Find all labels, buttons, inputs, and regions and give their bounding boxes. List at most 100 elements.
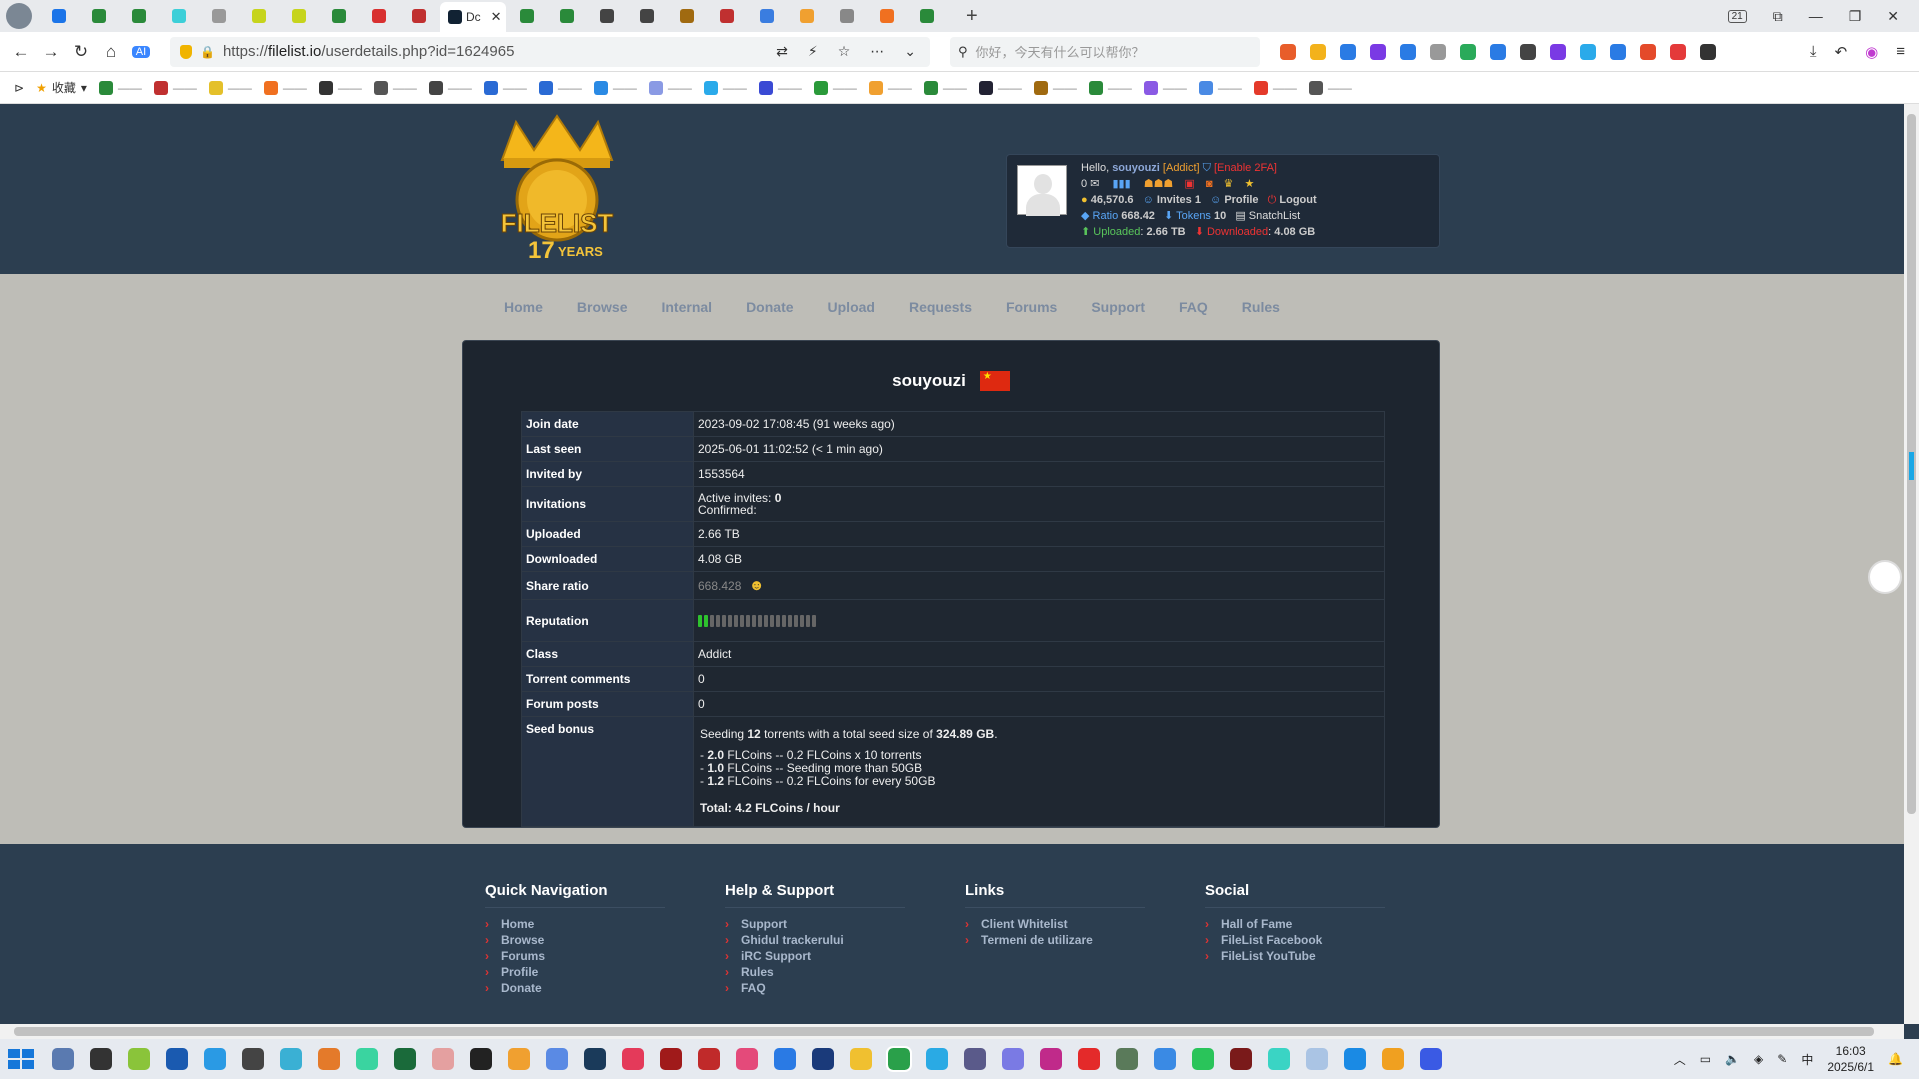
collections-icon[interactable]: ⧉ [1773, 8, 1783, 25]
footer-link-donate[interactable]: Donate [485, 980, 665, 996]
app-icon[interactable] [622, 1048, 644, 1070]
app-icon[interactable] [546, 1048, 568, 1070]
bookmark-item[interactable]: —— [868, 80, 912, 95]
tab[interactable] [668, 4, 706, 28]
tab-count-badge[interactable]: 21 [1727, 9, 1747, 23]
bookmark-item[interactable]: —— [1253, 80, 1297, 95]
bookmark-item[interactable]: —— [978, 80, 1022, 95]
username-link[interactable]: souyouzi [1112, 162, 1160, 174]
app-icon[interactable] [850, 1048, 872, 1070]
nav-browse[interactable]: Browse [577, 299, 628, 315]
extension-icon[interactable] [1340, 43, 1356, 60]
bookmark-item[interactable]: —— [648, 80, 692, 95]
bookmark-item[interactable]: —— [483, 80, 527, 95]
tab[interactable] [508, 4, 546, 28]
lightning-icon[interactable]: ⚡ [808, 43, 818, 60]
translate-icon[interactable]: ⇄ [776, 43, 788, 60]
extension-icon[interactable] [1550, 43, 1566, 60]
bookmark-item[interactable]: —— [1033, 80, 1077, 95]
tab[interactable] [748, 4, 786, 28]
footer-link-ghidul[interactable]: Ghidul trackerului [725, 932, 905, 948]
extension-icon[interactable] [1490, 43, 1506, 60]
app-icon[interactable] [1344, 1048, 1366, 1070]
bookmark-item[interactable]: —— [1198, 80, 1242, 95]
nav-internal[interactable]: Internal [661, 299, 712, 315]
app-icon[interactable] [698, 1048, 720, 1070]
nav-donate[interactable]: Donate [746, 299, 793, 315]
back-button[interactable]: ← [6, 42, 36, 62]
bookmark-item[interactable]: —— [98, 80, 142, 95]
home-button[interactable]: ⌂ [96, 42, 126, 62]
footer-link-rules[interactable]: Rules [725, 964, 905, 980]
bookmark-item[interactable]: —— [1143, 80, 1187, 95]
box-icon[interactable]: ▣ [1184, 178, 1194, 190]
invites-label[interactable]: Invites [1157, 194, 1192, 206]
tab[interactable] [320, 4, 358, 28]
bookmark-item[interactable]: —— [538, 80, 582, 95]
scrollbar-thumb[interactable] [14, 1027, 1874, 1036]
chevron-down-icon[interactable]: ⌄ [904, 43, 916, 60]
tab[interactable] [868, 4, 906, 28]
app-icon[interactable] [1116, 1048, 1138, 1070]
app-icon[interactable] [1078, 1048, 1100, 1070]
app-icon[interactable] [470, 1048, 492, 1070]
tab[interactable] [548, 4, 586, 28]
close-window-button[interactable]: ✕ [1887, 8, 1899, 25]
profile-link[interactable]: Profile [1224, 194, 1258, 206]
app-icon[interactable] [432, 1048, 454, 1070]
shield-icon[interactable] [180, 44, 192, 59]
app-icon[interactable] [318, 1048, 340, 1070]
notification-icon[interactable]: 🔔 [1888, 1052, 1903, 1066]
volume-icon[interactable]: 🔈 [1725, 1052, 1740, 1066]
forward-button[interactable]: → [36, 42, 66, 62]
extension-icon[interactable] [1280, 43, 1296, 60]
network-icon[interactable]: ◈ [1754, 1052, 1763, 1066]
pen-icon[interactable]: ✎ [1777, 1052, 1787, 1066]
app-icon[interactable] [90, 1048, 112, 1070]
avatar[interactable] [1017, 165, 1067, 216]
footer-link-termeni[interactable]: Termeni de utilizare [965, 932, 1145, 948]
filelist-logo[interactable]: FILELIST 17 YEARS [482, 112, 632, 262]
app-icon[interactable] [812, 1048, 834, 1070]
app-icon[interactable] [1420, 1048, 1442, 1070]
reload-button[interactable]: ↻ [66, 42, 96, 62]
profile-avatar[interactable] [6, 3, 32, 29]
extension-icon[interactable] [1310, 43, 1326, 60]
app-icon[interactable] [1002, 1048, 1024, 1070]
footer-link-client-whitelist[interactable]: Client Whitelist [965, 916, 1145, 932]
tab[interactable] [400, 4, 438, 28]
menu-icon[interactable]: ≡ [1896, 43, 1905, 61]
tab[interactable] [240, 4, 278, 28]
bookmark-item[interactable]: —— [813, 80, 857, 95]
app-icon[interactable] [660, 1048, 682, 1070]
account-icon[interactable]: ◉ [1865, 43, 1878, 61]
footer-link-irc[interactable]: iRC Support [725, 948, 905, 964]
tab[interactable] [200, 4, 238, 28]
app-icon[interactable] [774, 1048, 796, 1070]
tab[interactable] [628, 4, 666, 28]
rss-icon[interactable]: ◙ [1206, 178, 1213, 190]
footer-link-youtube[interactable]: FileList YouTube [1205, 948, 1385, 964]
enable-2fa-link[interactable]: [Enable 2FA] [1214, 162, 1277, 174]
app-icon[interactable] [584, 1048, 606, 1070]
extension-icon[interactable] [1430, 43, 1446, 60]
app-icon[interactable] [926, 1048, 948, 1070]
horizontal-scrollbar[interactable] [0, 1024, 1904, 1039]
footer-link-profile[interactable]: Profile [485, 964, 665, 980]
tab[interactable] [788, 4, 826, 28]
tab[interactable] [588, 4, 626, 28]
people-icon[interactable]: ☗☗☗ [1144, 178, 1174, 190]
monitor-icon[interactable]: ▭ [1700, 1052, 1711, 1066]
extension-icon[interactable] [1520, 43, 1536, 60]
footer-link-forums[interactable]: Forums [485, 948, 665, 964]
bookmark-item[interactable]: —— [318, 80, 362, 95]
bookmark-item[interactable]: —— [263, 80, 307, 95]
close-icon[interactable]: ✕ [491, 9, 502, 25]
footer-link-facebook[interactable]: FileList Facebook [1205, 932, 1385, 948]
bookmark-item[interactable]: —— [923, 80, 967, 95]
footer-link-home[interactable]: Home [485, 916, 665, 932]
footer-link-support[interactable]: Support [725, 916, 905, 932]
snatchlist-link[interactable]: SnatchList [1249, 210, 1300, 222]
bookmark-item[interactable]: —— [758, 80, 802, 95]
tab[interactable] [280, 4, 318, 28]
